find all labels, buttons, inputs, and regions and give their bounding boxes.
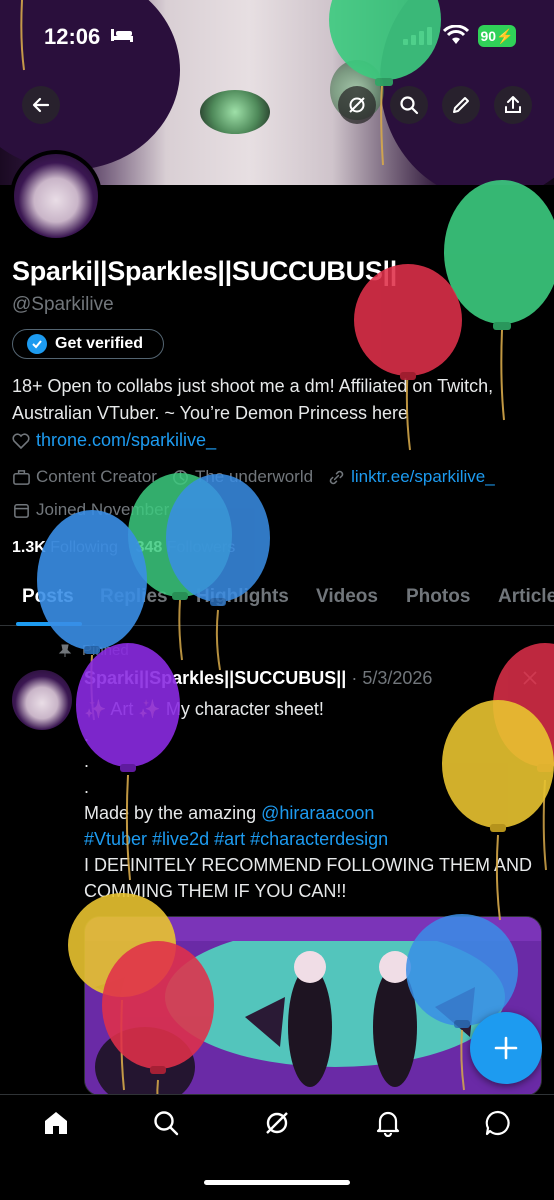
link-icon (329, 470, 344, 484)
display-name: Sparki||Sparkles||SUCCUBUS|| (12, 256, 398, 286)
tab-replies[interactable]: Replies (100, 586, 168, 608)
profile-bio: 18+ Open to collabs just shoot me a dm! … (12, 376, 494, 423)
post-header: Sparki||Sparkles||SUCCUBUS|| · 5/3/2026 (84, 668, 432, 689)
throne-link[interactable]: throne.com/sparkilive_ (36, 430, 216, 451)
post-dot-2: . (84, 751, 90, 771)
grok-icon[interactable] (263, 1109, 291, 1137)
location-text: The underworld (194, 467, 314, 486)
post-media-image[interactable] (84, 916, 542, 1096)
status-bar: 12:06 90 ⚡ (0, 0, 554, 70)
joined-item: Joined November (12, 500, 169, 520)
search-icon (400, 96, 419, 115)
category-text: Content Creator (36, 467, 157, 486)
joined-text: Joined November (36, 500, 170, 519)
category-item: Content Creator (12, 467, 157, 487)
share-button[interactable] (494, 86, 532, 124)
location-icon (173, 469, 188, 485)
profile-avatar[interactable] (10, 150, 102, 242)
following-label[interactable]: Following (50, 539, 118, 556)
profile-tabs: Posts Replies Highlights Videos Photos A… (0, 576, 554, 626)
pinned-indicator: Pinned (58, 642, 129, 659)
avatar-image (14, 154, 98, 238)
following-count: 1.3K (12, 539, 46, 556)
website-item[interactable]: linktr.ee/sparkilive_ (327, 467, 495, 487)
briefcase-icon (13, 469, 30, 485)
character-sheet-artwork (85, 917, 541, 1095)
post-made-by: Made by the amazing (84, 803, 262, 823)
edit-pencil-icon (453, 97, 469, 113)
post-line-1: ✨ Art ✨ My character sheet! (84, 699, 324, 719)
tab-highlights[interactable]: Highlights (196, 586, 289, 608)
notifications-bell-icon[interactable] (374, 1109, 402, 1137)
follow-stats[interactable]: 1.3K Following 348 Followers (12, 539, 235, 557)
get-verified-button[interactable]: Get verified (12, 329, 164, 359)
post-dot-3: . (84, 777, 90, 797)
back-arrow-icon (32, 97, 50, 113)
home-icon[interactable] (42, 1109, 70, 1137)
post-recommend: I DEFINITELY RECOMMEND FOLLOWING THEM AN… (84, 855, 533, 901)
post-dot-1: . (84, 725, 90, 745)
plus-icon (494, 1036, 518, 1060)
tab-videos[interactable]: Videos (316, 586, 378, 608)
grok-icon (349, 97, 365, 113)
post-author[interactable]: Sparki||Sparkles||SUCCUBUS|| (84, 668, 346, 688)
get-verified-label: Get verified (55, 335, 144, 352)
status-time: 12:06 (44, 24, 101, 49)
search-icon[interactable] (152, 1109, 180, 1137)
pinned-label: Pinned (82, 642, 129, 659)
website-link[interactable]: linktr.ee/sparkilive_ (351, 467, 495, 487)
compose-fab[interactable] (470, 1012, 542, 1084)
post-date: · 5/3/2026 (351, 668, 433, 688)
verified-badge-icon (27, 334, 47, 354)
followers-count: 348 (135, 539, 163, 556)
home-indicator[interactable] (204, 1180, 350, 1185)
tab-articles[interactable]: Articles (498, 586, 554, 608)
bed-icon (111, 29, 133, 42)
search-button[interactable] (390, 86, 428, 124)
messages-icon[interactable] (484, 1109, 512, 1137)
back-button[interactable] (22, 86, 60, 124)
battery-charging-icon: 90 ⚡ (478, 25, 516, 47)
joined-row: Joined November (12, 500, 183, 520)
calendar-icon (14, 503, 29, 518)
banner-eye-left (200, 90, 270, 134)
edit-button[interactable] (442, 86, 480, 124)
wifi-icon (443, 25, 469, 44)
post-made-by-line: Made by the amazing @hiraraacoon (84, 800, 534, 826)
grok-post-icon[interactable] (520, 668, 540, 688)
heart-link-icon (12, 432, 30, 449)
active-tab-indicator (16, 622, 82, 626)
profile-meta-row: Content Creator The underworld linktr.ee… (12, 467, 509, 487)
post-mention[interactable]: @hiraraacoon (261, 803, 374, 823)
throne-link-row[interactable]: throne.com/sparkilive_ (12, 430, 216, 451)
handle: @Sparkilive (12, 294, 114, 315)
cellular-signal-icon (403, 27, 432, 45)
pin-icon (58, 644, 72, 657)
tab-posts[interactable]: Posts (22, 586, 74, 608)
post-body: ✨ Art ✨ My character sheet! . . . Made b… (84, 696, 534, 904)
tab-photos[interactable]: Photos (406, 586, 470, 608)
location-item: The underworld (171, 467, 313, 487)
post-hashtags[interactable]: #Vtuber #live2d #art #characterdesign (84, 826, 534, 852)
followers-label[interactable]: Followers (167, 539, 235, 556)
share-icon (505, 96, 521, 113)
post-avatar[interactable] (12, 670, 72, 730)
grok-button[interactable] (338, 86, 376, 124)
post-avatar-image (12, 670, 72, 730)
